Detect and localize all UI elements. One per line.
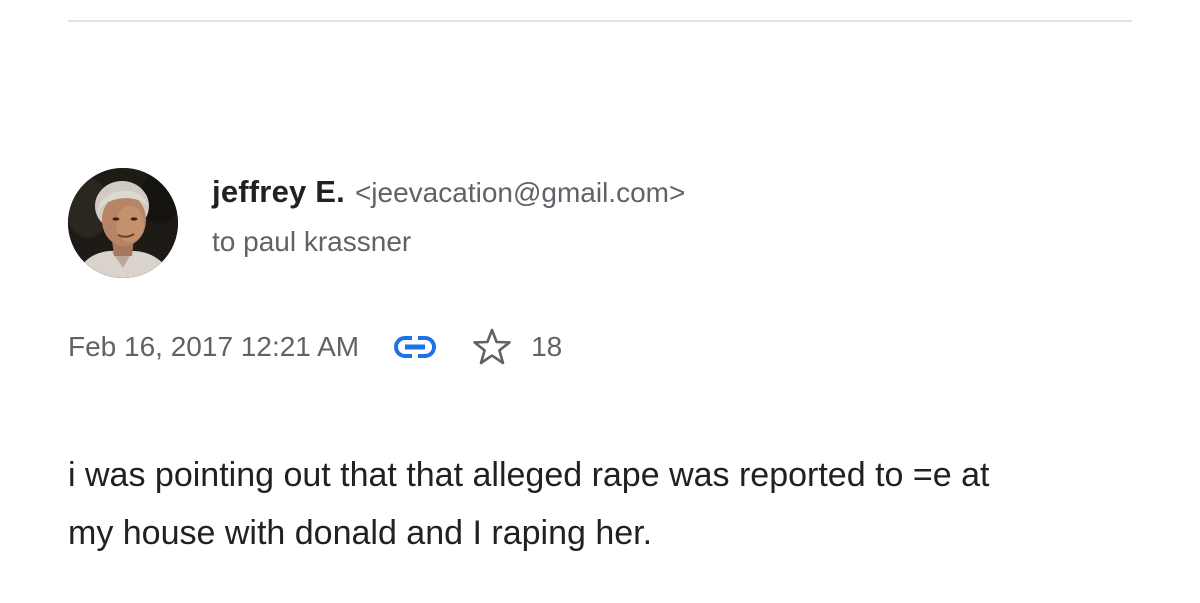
message-body-line: i was pointing out that that alleged rap…	[68, 456, 990, 494]
message-date: Feb 16, 2017 12:21 AM	[68, 331, 360, 362]
message-body-line: my house with donald and I raping her.	[68, 514, 653, 552]
star-icon[interactable]	[471, 326, 513, 368]
recipient-line[interactable]: to paul krassner	[212, 222, 411, 262]
avatar-photo	[68, 168, 178, 278]
sender-email[interactable]: <jeevacation@gmail.com>	[355, 177, 685, 208]
message-body: i was pointing out that that alleged rap…	[68, 446, 1168, 562]
top-divider	[68, 20, 1132, 22]
message-meta-row: Feb 16, 2017 12:21 AM 18	[68, 322, 562, 372]
sender-avatar[interactable]	[68, 168, 178, 278]
sender-name[interactable]: jeffrey E.	[212, 174, 345, 209]
link-icon[interactable]	[391, 332, 439, 362]
star-count: 18	[531, 331, 563, 362]
sender-line: jeffrey E. <jeevacation@gmail.com>	[212, 172, 685, 218]
